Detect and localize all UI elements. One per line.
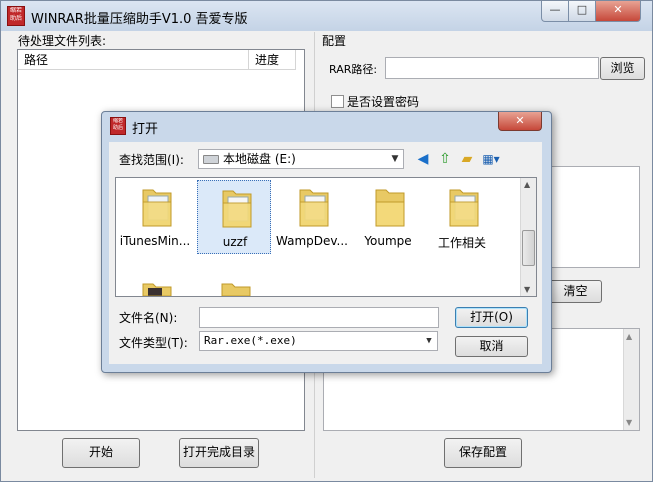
file-item[interactable]: [118, 274, 192, 296]
drive-icon: [203, 155, 219, 164]
dialog-title: 打开: [132, 122, 159, 137]
up-folder-icon[interactable]: ⇧: [436, 150, 454, 168]
file-list-label: 待处理文件列表:: [18, 34, 107, 48]
rar-path-label: RAR路径:: [329, 63, 378, 76]
file-name: WampDev...: [276, 234, 348, 248]
window-title: WINRAR批量压缩助手V1.0 吾爱专版: [31, 12, 248, 27]
folder-icon: [299, 189, 329, 227]
close-button[interactable]: ✕: [595, 1, 641, 22]
file-item[interactable]: Youmpe: [351, 180, 425, 254]
file-item-selected[interactable]: uzzf: [197, 180, 271, 254]
back-icon[interactable]: ◀: [414, 150, 432, 168]
chevron-down-icon: ▼: [391, 154, 399, 164]
folder-icon: [222, 190, 252, 228]
new-folder-icon[interactable]: ▰: [458, 150, 476, 168]
chevron-down-icon: ▼: [426, 336, 432, 346]
view-menu-icon[interactable]: ▦▾: [482, 150, 500, 168]
open-file-dialog: 缩若 助后 打开 ✕ 查找范围(I): 本地磁盘 (E:) ▼ ◀ ⇧ ▰ ▦▾ …: [101, 111, 552, 373]
folder-icon: [221, 283, 251, 296]
look-in-value: 本地磁盘 (E:): [223, 152, 296, 166]
file-name: iTunesMin...: [119, 234, 191, 248]
file-browser-scrollbar[interactable]: ▲ ▼: [520, 178, 536, 296]
save-config-button[interactable]: 保存配置: [444, 438, 522, 468]
browse-button[interactable]: 浏览: [600, 57, 645, 80]
look-in-select[interactable]: 本地磁盘 (E:) ▼: [198, 149, 404, 169]
folder-icon: [375, 189, 405, 227]
file-name: uzzf: [222, 235, 248, 249]
clear-button[interactable]: 清空: [549, 280, 602, 303]
title-bar[interactable]: 缩若 助后 WINRAR批量压缩助手V1.0 吾爱专版 — □ ✕: [1, 1, 652, 31]
file-item[interactable]: WampDev...: [275, 180, 349, 254]
dialog-body: 查找范围(I): 本地磁盘 (E:) ▼ ◀ ⇧ ▰ ▦▾ iTunesMin.…: [109, 142, 542, 364]
file-name: 工作相关: [437, 236, 486, 250]
start-button[interactable]: 开始: [62, 438, 140, 468]
look-in-label: 查找范围(I):: [119, 153, 184, 167]
file-item[interactable]: iTunesMin...: [118, 180, 192, 254]
filename-label: 文件名(N):: [119, 311, 178, 325]
file-browser[interactable]: iTunesMin... uzzf WampDev... Youmpe 工作相关: [115, 177, 537, 297]
scroll-up-icon[interactable]: ▲: [626, 332, 632, 341]
log-scrollbar[interactable]: ▲ ▼: [623, 329, 639, 430]
dialog-close-button[interactable]: ✕: [498, 112, 542, 131]
column-header-path[interactable]: 路径: [18, 50, 249, 70]
file-item[interactable]: 工作相关: [425, 180, 499, 254]
config-textarea[interactable]: [547, 166, 640, 268]
scrollbar-thumb[interactable]: [522, 230, 535, 266]
filetype-value: Rar.exe(*.exe): [204, 334, 297, 347]
minimize-button[interactable]: —: [541, 1, 569, 22]
scroll-down-icon[interactable]: ▼: [626, 418, 632, 427]
scroll-down-icon[interactable]: ▼: [524, 285, 530, 294]
filename-input[interactable]: [199, 307, 439, 328]
password-checkbox-label: 是否设置密码: [347, 95, 420, 109]
rar-path-input[interactable]: [385, 57, 599, 79]
password-checkbox[interactable]: [331, 95, 344, 108]
open-button[interactable]: 打开(O): [455, 307, 528, 328]
maximize-button[interactable]: □: [568, 1, 596, 22]
column-header-progress[interactable]: 进度: [249, 50, 296, 70]
file-item[interactable]: [197, 274, 271, 296]
cancel-button[interactable]: 取消: [455, 336, 528, 357]
folder-icon: [142, 189, 172, 227]
dialog-app-icon: 缩若 助后: [110, 117, 126, 135]
app-icon: 缩若 助后: [7, 6, 25, 26]
folder-icon: [449, 189, 479, 227]
scroll-up-icon[interactable]: ▲: [524, 180, 530, 189]
config-label: 配置: [322, 34, 347, 48]
filetype-select[interactable]: Rar.exe(*.exe) ▼: [199, 331, 438, 351]
open-output-dir-button[interactable]: 打开完成目录: [179, 438, 259, 468]
folder-icon: [142, 283, 172, 296]
filetype-label: 文件类型(T):: [119, 336, 188, 350]
file-name: Youmpe: [364, 234, 412, 248]
